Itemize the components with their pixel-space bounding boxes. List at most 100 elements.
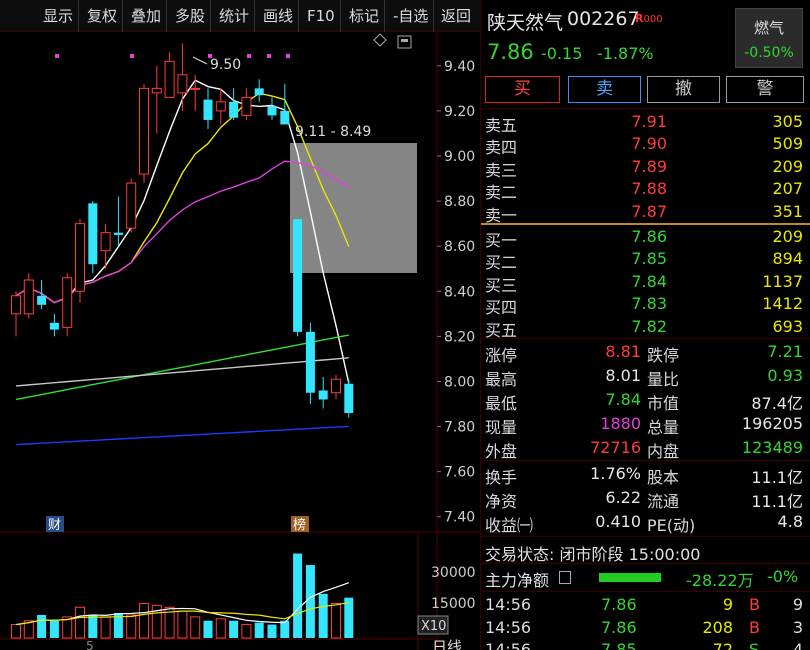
bid-volume: 1412: [762, 294, 803, 314]
buy-button[interactable]: 买: [485, 76, 560, 103]
bid-row[interactable]: 买三 7.84 1137: [481, 271, 810, 295]
ask-level-label: 卖一: [485, 205, 518, 225]
main-flow-pct: -0%: [767, 567, 799, 586]
price-change-pct: -1.87%: [597, 44, 654, 63]
diamond-icon[interactable]: [373, 33, 387, 47]
toolbar-multi-stock[interactable]: 多股: [170, 0, 212, 32]
tick-volume: 72: [712, 640, 733, 650]
candle-body-down: [113, 232, 123, 235]
price-tick-label: 7.40: [444, 510, 475, 526]
sell-button[interactable]: 卖: [568, 76, 641, 103]
candle-body-down: [267, 106, 277, 116]
cancel-order-button[interactable]: 撤: [647, 76, 720, 103]
trading-status: 交易状态: 闭市阶段 15:00:00: [485, 545, 701, 564]
volume-bar-up: [241, 624, 252, 639]
period-label[interactable]: 日线: [432, 638, 462, 650]
ask-row[interactable]: 卖五 7.91 305: [481, 111, 810, 135]
volume-scale-label: X10: [421, 619, 446, 634]
candle-body-down: [229, 101, 239, 118]
bid-level-label: 买五: [485, 320, 518, 340]
event-marker: [286, 54, 290, 58]
toolbar-restore-rights[interactable]: 复权: [82, 0, 124, 32]
kline-chart-area[interactable]: 9.40 9.20 9.00 8.80 8.60 8.40 8.20 8.00 7.80 7.60…: [0, 32, 480, 650]
ma60-line: [15, 334, 349, 401]
total-volume-value: 196205: [741, 414, 803, 433]
stat-row-low: 最低 7.84 市值 87.4亿: [481, 389, 810, 413]
tick-row: 14:56 7.85 72 S 4: [481, 639, 810, 650]
divider: [481, 536, 810, 537]
stat-row-high: 最高 8.01 量比 0.93: [481, 365, 810, 389]
last-price: 7.86: [487, 40, 534, 64]
toolbar-remove-watchlist[interactable]: -自选: [388, 0, 435, 32]
event-marker: [55, 54, 59, 58]
volume-bar-up: [331, 602, 341, 639]
toolbar-draw-line[interactable]: 画线: [258, 0, 300, 32]
bid-row[interactable]: 买四 7.83 1412: [481, 293, 810, 318]
ask-volume: 305: [772, 112, 803, 131]
ask-level-label: 卖四: [485, 138, 518, 158]
divider: [481, 563, 810, 564]
candle-body-up: [151, 87, 162, 94]
toolbar-mark[interactable]: 标记: [344, 0, 386, 32]
bid-row[interactable]: 买五 7.82 693: [481, 316, 810, 340]
net-asset-value: 6.22: [605, 488, 641, 507]
candle-body-up: [215, 101, 226, 112]
toolbar-back[interactable]: 返回: [436, 0, 476, 32]
ma120-line: [15, 357, 349, 387]
orderbook-midline: [481, 223, 810, 225]
tick-time: 14:56: [485, 617, 532, 637]
high-label: 最高: [485, 370, 518, 389]
shares-label: 股本: [647, 468, 680, 487]
main-flow-label: 主力净额: [485, 571, 550, 590]
sector-box[interactable]: 燃气 -0.50%: [735, 8, 803, 68]
toolbar-f10[interactable]: F10: [302, 0, 341, 32]
low-value: 7.84: [605, 390, 641, 409]
candle-body-up: [331, 378, 341, 394]
candle-body-up: [164, 60, 175, 98]
candle-body-up: [126, 182, 137, 229]
toolbar-display[interactable]: 显示: [38, 0, 80, 32]
event-marker: [247, 54, 251, 58]
x-tick-label: 5: [86, 639, 94, 650]
market-cap-value: 87.4亿: [751, 394, 803, 413]
high-value: 8.01: [605, 366, 641, 385]
finance-marker[interactable]: 财: [48, 518, 61, 533]
tick-side: B: [749, 595, 760, 614]
tick-count: 3: [792, 617, 803, 637]
toolbar-statistics[interactable]: 统计: [214, 0, 256, 32]
ask-row[interactable]: 卖一 7.87 351: [481, 201, 810, 225]
price-tick-label: 8.80: [444, 194, 475, 210]
ranking-marker[interactable]: 榜: [293, 517, 306, 533]
candle-body-up: [23, 279, 34, 315]
volume-tick-15000: 15000: [431, 596, 476, 612]
main-flow-list-icon[interactable]: [559, 571, 571, 584]
ask-row[interactable]: 卖四 7.90 509: [481, 133, 810, 158]
bid-row[interactable]: 买一 7.86 209: [481, 226, 810, 250]
price-alert-button[interactable]: 警: [726, 76, 804, 103]
ask-level-label: 卖二: [485, 183, 518, 203]
ask-volume: 207: [772, 179, 803, 199]
ask-row[interactable]: 卖三 7.89 209: [481, 156, 810, 180]
current-volume-label: 现量: [485, 418, 518, 437]
kline-chart-svg[interactable]: 9.40 9.20 9.00 8.80 8.60 8.40 8.20 8.00 7.80 7.60…: [0, 32, 480, 650]
tick-volume: 9: [722, 595, 733, 614]
ask-row[interactable]: 卖二 7.88 207: [481, 178, 810, 203]
quote-panel: 陕天然气 002267 R000 7.86 -0.15 -1.87% 燃气 -0…: [480, 0, 810, 650]
price-tick-label: 9.40: [444, 59, 475, 75]
bid-level-label: 买四: [485, 298, 518, 318]
candle-body-down: [305, 331, 315, 393]
market-cap-label: 市值: [647, 394, 680, 413]
inner-disk-label: 内盘: [647, 442, 680, 461]
price-axis-ticks: 9.40 9.20 9.00 8.80 8.60 8.40 8.20 8.00 7.80 7.60…: [437, 59, 475, 526]
turnover-label: 换手: [485, 468, 518, 487]
tick-count: 9: [792, 595, 803, 614]
candle-body-down: [254, 88, 264, 96]
bid-level-label: 买三: [485, 275, 518, 295]
divider: [481, 460, 810, 461]
chart-settings-icon-bar: [401, 39, 408, 42]
bid-row[interactable]: 买二 7.85 894: [481, 248, 810, 272]
shares-value: 11.1亿: [751, 468, 803, 487]
ask-price: 7.89: [631, 156, 667, 176]
toolbar-overlay[interactable]: 叠加: [126, 0, 168, 32]
candle-body-down: [318, 390, 328, 400]
